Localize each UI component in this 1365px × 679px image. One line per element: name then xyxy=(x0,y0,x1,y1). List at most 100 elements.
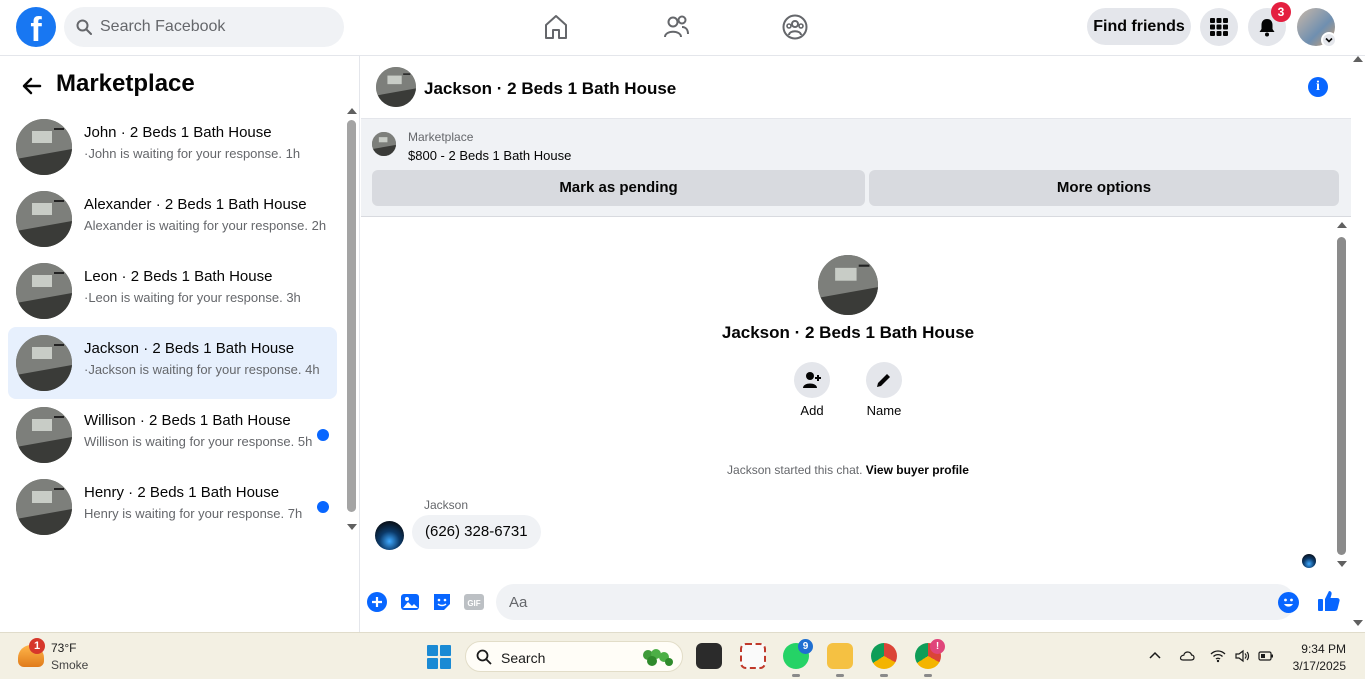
snipping-tool-icon[interactable] xyxy=(740,643,766,669)
chat-title[interactable]: Jackson · 2 Beds 1 Bath House xyxy=(424,79,676,99)
clock-time[interactable]: 9:34 PM xyxy=(1301,642,1346,656)
listing-small-thumbnail[interactable] xyxy=(372,132,396,156)
chat-panel: Jackson · 2 Beds 1 Bath House i Marketpl… xyxy=(361,56,1365,632)
menu-button[interactable] xyxy=(1200,8,1238,46)
conversation-thumbnail xyxy=(16,335,72,391)
more-options-button[interactable]: More options xyxy=(869,170,1339,206)
unread-indicator xyxy=(317,429,329,441)
search-box[interactable] xyxy=(64,7,344,47)
conversation-subtitle: ·Leon is waiting for your response. 3h xyxy=(84,290,301,305)
groups-icon[interactable] xyxy=(780,12,810,42)
task-view-icon[interactable] xyxy=(696,643,722,669)
message-input[interactable] xyxy=(496,584,1295,620)
conversation-item[interactable]: Leon · 2 Beds 1 Bath House ·Leon is waiti… xyxy=(8,255,337,327)
conversation-subtitle: Willison is waiting for your response. 5… xyxy=(84,434,313,449)
chrome-profile-running-indicator xyxy=(924,674,932,677)
clock-date[interactable]: 3/17/2025 xyxy=(1293,659,1346,673)
conversation-title: Henry · 2 Beds 1 Bath House xyxy=(84,484,280,501)
search-input[interactable] xyxy=(100,18,320,36)
conversation-title: Jackson · 2 Beds 1 Bath House xyxy=(84,340,295,357)
listing-bar: Marketplace $800 - 2 Beds 1 Bath House M… xyxy=(361,119,1351,217)
windows-start-icon[interactable] xyxy=(427,645,451,669)
marketplace-sidebar: Marketplace John · 2 Beds 1 Bath House ·J… xyxy=(0,56,360,632)
svg-text:GIF: GIF xyxy=(467,599,480,608)
chat-scrollbar[interactable] xyxy=(1337,237,1346,555)
gif-icon[interactable]: GIF xyxy=(463,591,485,613)
name-chat-action[interactable]: Name xyxy=(854,362,914,418)
photo-icon[interactable] xyxy=(399,591,421,613)
clover-icon xyxy=(643,649,673,666)
grid-menu-icon xyxy=(1210,18,1228,36)
listing-source-label: Marketplace xyxy=(408,130,474,144)
battery-icon[interactable] xyxy=(1258,648,1274,664)
conversation-thumbnail xyxy=(16,407,72,463)
add-label: Add xyxy=(800,403,824,418)
whatsapp-badge: 9 xyxy=(798,639,813,654)
message-bubble[interactable]: (626) 328-6731 xyxy=(412,515,541,549)
back-arrow-icon[interactable] xyxy=(20,74,44,98)
view-buyer-profile-link[interactable]: View buyer profile xyxy=(866,463,969,477)
listing-price[interactable]: $800 - 2 Beds 1 Bath House xyxy=(408,148,571,163)
conversation-thumbnail xyxy=(16,263,72,319)
weather-description[interactable]: Smoke xyxy=(51,658,88,672)
conversation-item[interactable]: Alexander · 2 Beds 1 Bath House Alexander… xyxy=(8,183,337,255)
sidebar-title: Marketplace xyxy=(56,70,195,97)
onedrive-cloud-icon[interactable] xyxy=(1179,648,1195,664)
notifications-badge: 3 xyxy=(1271,2,1291,22)
taskbar-search[interactable]: Search xyxy=(465,641,683,672)
listing-thumbnail[interactable] xyxy=(376,67,416,107)
chat-started-notice: Jackson started this chat. View buyer pr… xyxy=(361,463,1335,477)
conversation-title: Alexander · 2 Beds 1 Bath House xyxy=(84,196,307,213)
conversation-subtitle: ·Jackson is waiting for your response. 4… xyxy=(84,362,320,377)
unread-indicator xyxy=(317,501,329,513)
home-icon[interactable] xyxy=(541,12,571,42)
scroll-up-arrow-icon[interactable] xyxy=(347,108,357,114)
chat-scroll-down-arrow-icon[interactable] xyxy=(1337,561,1347,567)
message-composer: GIF xyxy=(361,576,1365,632)
account-chevron-down-icon[interactable] xyxy=(1321,32,1337,48)
conversation-subtitle: Henry is waiting for your response. 7h xyxy=(84,506,303,521)
mark-as-pending-button[interactable]: Mark as pending xyxy=(372,170,865,206)
conversation-thumbnail xyxy=(16,479,72,535)
conversation-item[interactable]: Jackson · 2 Beds 1 Bath House ·Jackson is… xyxy=(8,327,337,399)
search-icon xyxy=(76,19,92,35)
friends-icon[interactable] xyxy=(661,12,691,42)
conversation-item[interactable]: Henry · 2 Beds 1 Bath House Henry is wait… xyxy=(8,471,337,543)
wifi-icon[interactable] xyxy=(1210,648,1226,664)
chat-listing-avatar[interactable] xyxy=(818,255,878,315)
whatsapp-running-indicator xyxy=(792,674,800,677)
taskbar-search-icon xyxy=(476,649,492,665)
add-people-action[interactable]: Add xyxy=(782,362,842,418)
started-text: Jackson started this chat. xyxy=(727,463,863,477)
explorer-running-indicator xyxy=(836,674,844,677)
taskbar-search-label: Search xyxy=(501,650,546,666)
seen-receipt-avatar xyxy=(1302,554,1316,568)
pencil-icon xyxy=(877,374,890,387)
conversation-item[interactable]: Willison · 2 Beds 1 Bath House Willison i… xyxy=(8,399,337,471)
thumbs-up-icon[interactable] xyxy=(1316,588,1342,614)
emoji-icon[interactable] xyxy=(1278,592,1299,613)
chat-scroll-up-arrow-icon[interactable] xyxy=(1337,222,1347,228)
find-friends-button[interactable]: Find friends xyxy=(1087,8,1191,45)
volume-icon[interactable] xyxy=(1234,648,1250,664)
windows-taskbar: 1 73°F Smoke Search 9 ! 9:34 PM 3/17/202… xyxy=(0,632,1365,679)
page-scrollbar[interactable] xyxy=(1351,56,1365,632)
chevron-up-icon[interactable] xyxy=(1147,648,1163,664)
scroll-down-arrow-icon[interactable] xyxy=(347,524,357,530)
top-navigation-bar: f Find friends 3 xyxy=(0,0,1365,56)
sidebar-scrollbar[interactable] xyxy=(347,120,356,512)
plus-circle-icon[interactable] xyxy=(366,591,388,613)
file-explorer-icon[interactable] xyxy=(827,643,853,669)
sender-avatar[interactable] xyxy=(375,521,404,550)
info-icon[interactable]: i xyxy=(1308,77,1328,97)
weather-temperature[interactable]: 73°F xyxy=(51,641,76,655)
conversation-thumbnail xyxy=(16,119,72,175)
sticker-icon[interactable] xyxy=(431,591,453,613)
conversation-title: Willison · 2 Beds 1 Bath House xyxy=(84,412,291,429)
facebook-logo-icon[interactable]: f xyxy=(16,7,56,47)
chrome-icon[interactable] xyxy=(871,643,897,669)
weather-alert-badge: 1 xyxy=(29,638,45,654)
conversation-thumbnail xyxy=(16,191,72,247)
conversation-subtitle: ·John is waiting for your response. 1h xyxy=(84,146,301,161)
conversation-item[interactable]: John · 2 Beds 1 Bath House ·John is waiti… xyxy=(8,111,337,183)
